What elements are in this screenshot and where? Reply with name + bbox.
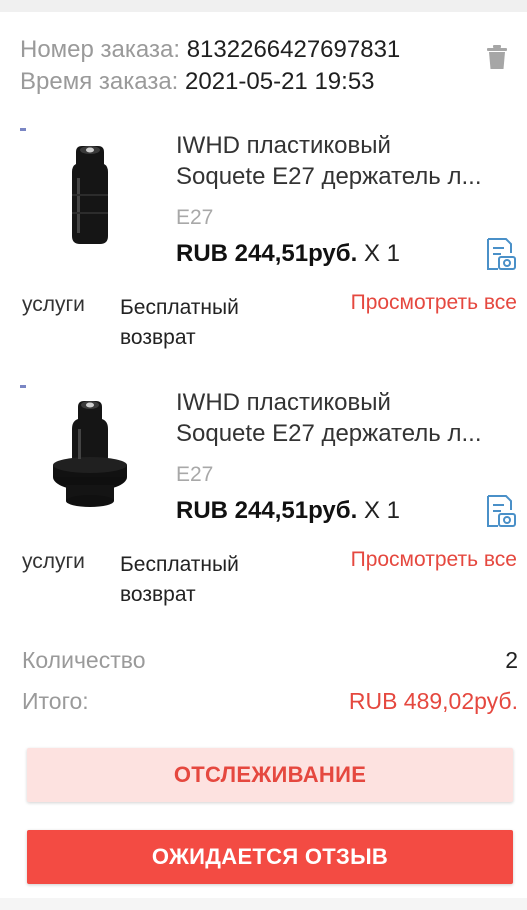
product-title-line2: Soquete E27 держатель л... [176, 163, 482, 190]
order-time-value: 2021-05-21 19:53 [185, 68, 375, 95]
trash-icon[interactable] [486, 44, 508, 70]
top-divider [0, 0, 527, 12]
product-title[interactable]: IWHD пластиковый Soquete E27 держатель л… [176, 130, 521, 192]
product-quantity: X 1 [363, 497, 400, 524]
product-variant: E27 [176, 206, 214, 229]
bottom-divider [0, 898, 527, 910]
snapshot-icon[interactable] [485, 236, 517, 272]
total-label: Итого: [22, 688, 89, 714]
product-price-row: RUB 244,51руб. X 1 [176, 497, 400, 525]
product-title-line1: IWHD пластиковый [176, 389, 391, 416]
order-header: Номер заказа: 8132266427697831 Время зак… [20, 34, 510, 98]
order-time-label: Время заказа: [20, 68, 179, 95]
order-number-row: Номер заказа: 8132266427697831 [20, 34, 510, 66]
product-title-line2: Soquete E27 держатель л... [176, 420, 482, 447]
quantity-value: 2 [505, 647, 518, 673]
order-number-label: Номер заказа: [20, 36, 181, 63]
service-label: услуги [22, 293, 85, 316]
product-price-row: RUB 244,51руб. X 1 [176, 240, 400, 268]
service-label: услуги [22, 550, 85, 573]
product-quantity: X 1 [363, 240, 400, 267]
product-price: RUB 244,51руб. [176, 497, 358, 524]
order-number-value: 8132266427697831 [186, 36, 401, 63]
service-value: Бесплатный возврат [120, 296, 239, 349]
track-button[interactable]: ОТСЛЕЖИВАНИЕ [27, 748, 513, 802]
product-title-line1: IWHD пластиковый [176, 132, 391, 159]
product-title[interactable]: IWHD пластиковый Soquete E27 держатель л… [176, 387, 521, 449]
total-value: RUB 489,02руб. [348, 688, 518, 714]
product-variant: E27 [176, 463, 214, 486]
snapshot-icon[interactable] [485, 493, 517, 529]
product-image[interactable] [20, 385, 160, 525]
product-price: RUB 244,51руб. [176, 240, 358, 267]
review-button[interactable]: ОЖИДАЕТСЯ ОТЗЫВ [27, 830, 513, 884]
service-value: Бесплатный возврат [120, 553, 239, 606]
view-all-link[interactable]: Просмотреть все [351, 291, 517, 315]
quantity-label: Количество [22, 647, 146, 673]
total-row: Итого: RUB 489,02руб. [22, 688, 518, 715]
product-image[interactable] [20, 128, 160, 268]
order-time-row: Время заказа: 2021-05-21 19:53 [20, 66, 510, 98]
view-all-link[interactable]: Просмотреть все [351, 548, 517, 572]
quantity-row: Количество 2 [22, 647, 518, 674]
